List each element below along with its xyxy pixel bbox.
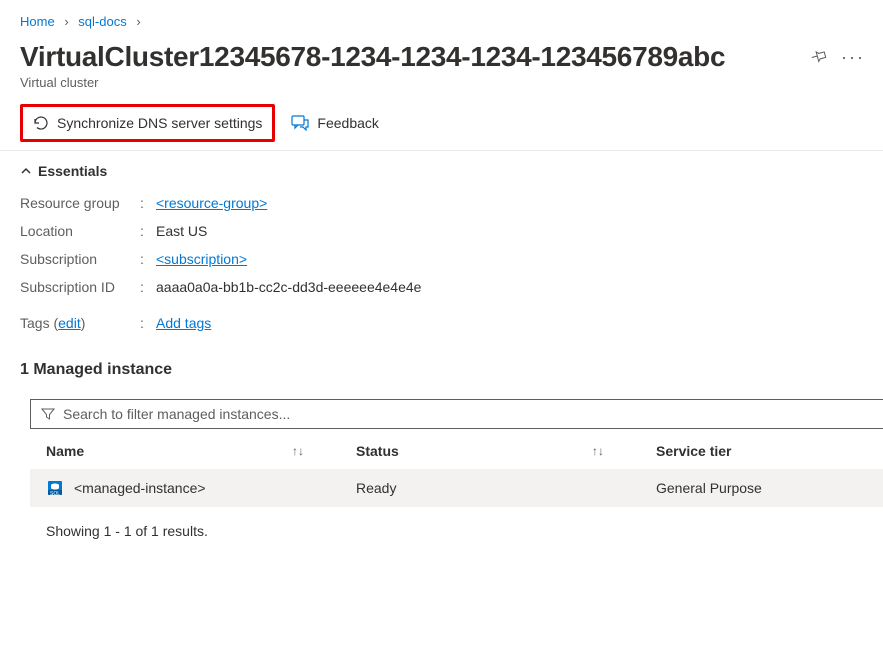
breadcrumb: Home › sql-docs › [0,0,883,35]
kv-label: Subscription [20,251,140,267]
instance-name: <managed-instance> [74,480,206,496]
add-tags-link[interactable]: Add tags [156,315,211,331]
subscription-id-value: aaaa0a0a-bb1b-cc2c-dd3d-eeeeee4e4e4e [156,279,421,295]
essentials-panel: Resource group : <resource-group> Locati… [0,185,883,347]
kv-subscription-id: Subscription ID : aaaa0a0a-bb1b-cc2c-dd3… [20,273,863,301]
table-row[interactable]: SQL <managed-instance> Ready General Pur… [30,469,883,507]
instance-tier: General Purpose [640,469,883,507]
filter-icon [41,407,55,421]
resource-group-link[interactable]: <resource-group> [156,195,267,211]
search-box[interactable] [30,399,883,429]
col-status-header[interactable]: Status ↑↓ [340,433,640,469]
feedback-button[interactable]: Feedback [281,107,388,139]
essentials-label: Essentials [38,163,107,179]
sort-icon: ↑↓ [592,444,604,458]
kv-label: Resource group [20,195,140,211]
page-title: VirtualCluster12345678-1234-1234-1234-12… [20,41,725,73]
sync-dns-button[interactable]: Synchronize DNS server settings [20,104,275,142]
instance-status: Ready [340,469,640,507]
sync-dns-label: Synchronize DNS server settings [57,115,262,131]
sort-icon: ↑↓ [292,444,304,458]
title-row: VirtualCluster12345678-1234-1234-1234-12… [0,35,883,73]
col-name-header[interactable]: Name ↑↓ [30,433,340,469]
pin-icon[interactable] [809,47,829,67]
kv-tags: Tags (edit) : Add tags [20,309,863,337]
chevron-right-icon: › [64,14,68,29]
managed-instance-header: 1 Managed instance [0,347,883,389]
feedback-label: Feedback [317,115,378,131]
managed-instance-table: Name ↑↓ Status ↑↓ Service tier [30,433,883,507]
svg-text:SQL: SQL [50,491,60,497]
feedback-icon [291,115,309,131]
chevron-right-icon: › [136,14,140,29]
search-input[interactable] [63,406,873,422]
location-value: East US [156,223,207,239]
chevron-up-icon [20,165,32,177]
more-icon[interactable]: ··· [843,47,863,67]
essentials-toggle[interactable]: Essentials [0,151,883,185]
managed-instance-table-container: Name ↑↓ Status ↑↓ Service tier [0,389,883,555]
resource-type-label: Virtual cluster [0,73,883,100]
tags-edit-link[interactable]: edit [58,315,81,331]
kv-label: Tags (edit) [20,315,140,331]
toolbar: Synchronize DNS server settings Feedback [0,100,883,151]
refresh-icon [33,115,49,131]
subscription-link[interactable]: <subscription> [156,251,247,267]
kv-label: Location [20,223,140,239]
kv-location: Location : East US [20,217,863,245]
kv-label: Subscription ID [20,279,140,295]
breadcrumb-home[interactable]: Home [20,14,55,29]
breadcrumb-sql-docs[interactable]: sql-docs [78,14,126,29]
kv-subscription: Subscription : <subscription> [20,245,863,273]
sql-instance-icon: SQL [46,479,64,497]
results-count: Showing 1 - 1 of 1 results. [30,507,883,555]
kv-resource-group: Resource group : <resource-group> [20,189,863,217]
col-tier-header[interactable]: Service tier [640,433,883,469]
